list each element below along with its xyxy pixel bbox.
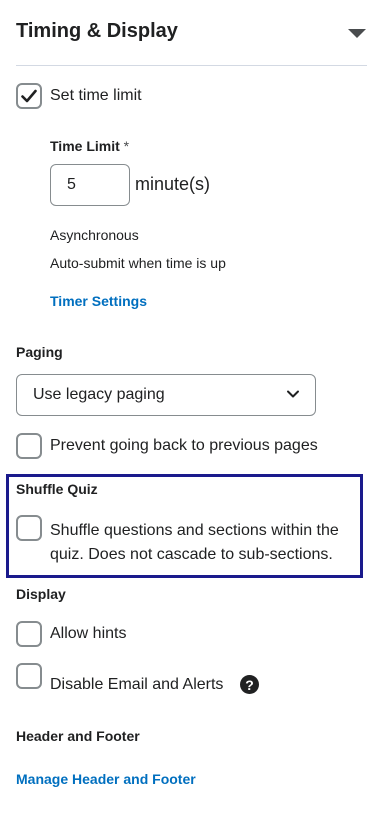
divider	[16, 65, 367, 66]
paging-select-value: Use legacy paging	[33, 386, 165, 403]
shuffle-label: Shuffle questions and sections within th…	[50, 519, 339, 567]
disable-email-label: Disable Email and Alerts	[50, 676, 224, 693]
timer-behavior-text: Auto-submit when time is up	[50, 255, 226, 271]
timing-display-panel: Timing & Display Set time limit Time Lim…	[0, 0, 383, 814]
time-unit-label: minute(s)	[135, 174, 211, 194]
required-asterisk: *	[123, 138, 130, 154]
allow-hints-checkbox[interactable]	[16, 621, 42, 647]
paging-heading: Paging	[16, 344, 63, 360]
time-limit-field-label: Time Limit *	[50, 138, 129, 154]
caret-down-icon	[348, 28, 366, 38]
time-limit-label-text: Time Limit	[50, 138, 120, 154]
shuffle-label-line2: quiz. Does not cascade to sub-sections.	[50, 546, 333, 563]
shuffle-label-line1: Shuffle questions and sections within th…	[50, 522, 339, 539]
shuffle-heading: Shuffle Quiz	[16, 481, 98, 497]
prevent-back-checkbox[interactable]	[16, 433, 42, 459]
allow-hints-label: Allow hints	[50, 625, 127, 642]
time-limit-input[interactable]	[50, 164, 130, 206]
set-time-limit-label: Set time limit	[50, 87, 142, 104]
shuffle-checkbox[interactable]	[16, 515, 42, 541]
display-heading: Display	[16, 586, 66, 602]
timer-mode-text: Asynchronous	[50, 227, 139, 243]
collapse-button[interactable]	[344, 22, 370, 44]
header-footer-heading: Header and Footer	[16, 728, 140, 744]
section-title: Timing & Display	[16, 20, 178, 42]
paging-select[interactable]: Use legacy paging	[16, 374, 316, 416]
help-icon[interactable]: ?	[240, 675, 259, 694]
manage-header-footer-link[interactable]: Manage Header and Footer	[16, 771, 196, 787]
chevron-down-icon	[287, 390, 299, 398]
prevent-back-label: Prevent going back to previous pages	[50, 437, 318, 454]
set-time-limit-checkbox[interactable]	[16, 83, 42, 109]
checkmark-icon	[21, 89, 37, 103]
timer-settings-link[interactable]: Timer Settings	[50, 293, 147, 309]
disable-email-checkbox[interactable]	[16, 663, 42, 689]
